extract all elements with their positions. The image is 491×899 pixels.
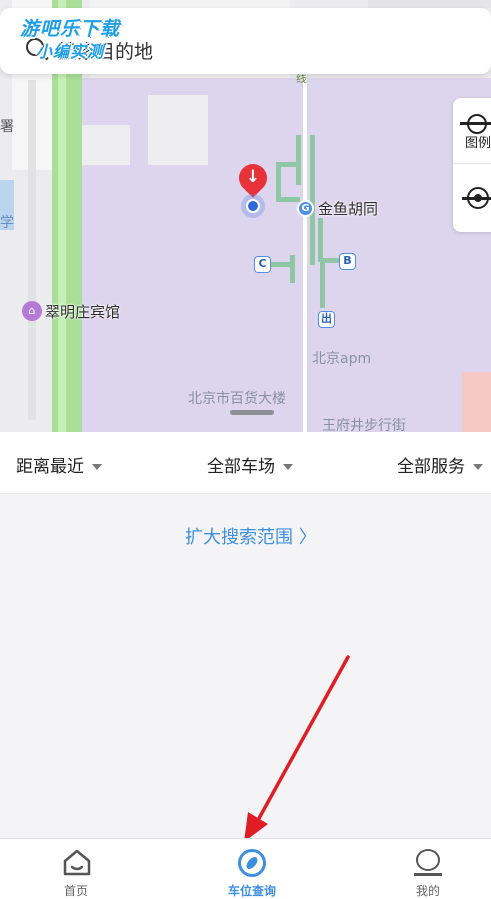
subway-tunnel [296, 135, 301, 185]
map-commercial-area [462, 372, 491, 432]
locate-button[interactable] [453, 165, 491, 231]
search-input[interactable]: 搜索目的地 [58, 37, 153, 64]
legend-label: 图例 [465, 136, 491, 151]
map-building [148, 95, 208, 165]
crosshair-icon [462, 187, 491, 209]
metro-station-icon[interactable]: G [297, 200, 314, 217]
map-main-road [302, 70, 308, 432]
subway-exit-c-badge[interactable]: C [254, 256, 271, 273]
legend-icon [460, 114, 491, 134]
tab-parking-search-label: 车位查询 [227, 884, 276, 898]
subway-tunnel [318, 218, 323, 262]
tab-home[interactable]: 首页 [16, 839, 136, 899]
map-label-wangfujing[interactable]: 王府井步行街 [322, 415, 406, 432]
chevron-down-icon [473, 464, 483, 470]
map-tools-panel: 图例 [453, 98, 491, 232]
hotel-icon[interactable]: ⌂ [22, 301, 42, 321]
service-filter-dropdown[interactable]: 全部服务 [397, 452, 483, 477]
subway-tunnel [310, 135, 315, 265]
map-street [28, 80, 36, 420]
subway-exit-b-badge[interactable]: B [339, 253, 356, 270]
parking-lot-filter-dropdown[interactable]: 全部车场 [207, 452, 293, 477]
tab-home-label: 首页 [63, 884, 88, 898]
map-label-department-store[interactable]: 北京市百货大楼 [188, 388, 286, 408]
service-filter-label: 全部服务 [397, 457, 465, 477]
legend-button[interactable]: 图例 [453, 98, 491, 164]
map-label-jinyu-hutong[interactable]: 金鱼胡同 [318, 198, 378, 219]
chevron-down-icon [92, 464, 102, 470]
bottom-tab-bar: 首页 车位查询 我的 [0, 838, 491, 899]
distance-sort-label: 距离最近 [16, 457, 84, 477]
map-label-edge: 学 [0, 215, 14, 231]
user-icon [414, 849, 442, 877]
location-pin[interactable]: ↓ [233, 158, 273, 222]
subway-tunnel [276, 197, 300, 202]
map-label-edge: 署 [0, 119, 14, 135]
distance-sort-dropdown[interactable]: 距离最近 [16, 452, 102, 477]
filter-bar: 距离最近 全部车场 全部服务 [0, 432, 491, 494]
tab-me-label: 我的 [415, 884, 440, 898]
map-label-cuiming-hotel[interactable]: 翠明庄宾馆 [45, 301, 120, 322]
map-building [368, 0, 491, 8]
map-building [80, 125, 130, 165]
current-location-dot [241, 194, 265, 218]
subway-tunnel [276, 162, 281, 202]
subway-tunnel [320, 262, 325, 308]
search-bar[interactable]: 搜索目的地 [0, 8, 491, 74]
chevron-down-icon [283, 464, 293, 470]
app-screen: 线 署 学 G 金鱼胡同 C B 出 ⌂ 翠明庄宾馆 北京apm 北京市百货大楼… [0, 0, 491, 899]
drag-handle[interactable] [230, 410, 274, 415]
tab-parking-search[interactable]: 车位查询 [192, 839, 312, 899]
down-arrow-icon: ↓ [245, 167, 261, 187]
tab-me[interactable]: 我的 [368, 839, 488, 899]
expand-search-range-link[interactable]: 扩大搜索范围 〉 [185, 523, 317, 549]
subway-exit-badge[interactable]: 出 [318, 311, 335, 328]
search-icon [26, 38, 44, 56]
compass-icon [238, 849, 266, 877]
map-district-area [78, 78, 491, 432]
parking-lot-filter-label: 全部车场 [207, 457, 275, 477]
subway-tunnel [290, 255, 295, 283]
home-icon [63, 849, 91, 876]
map-label-beijing-apm[interactable]: 北京apm [312, 348, 371, 368]
